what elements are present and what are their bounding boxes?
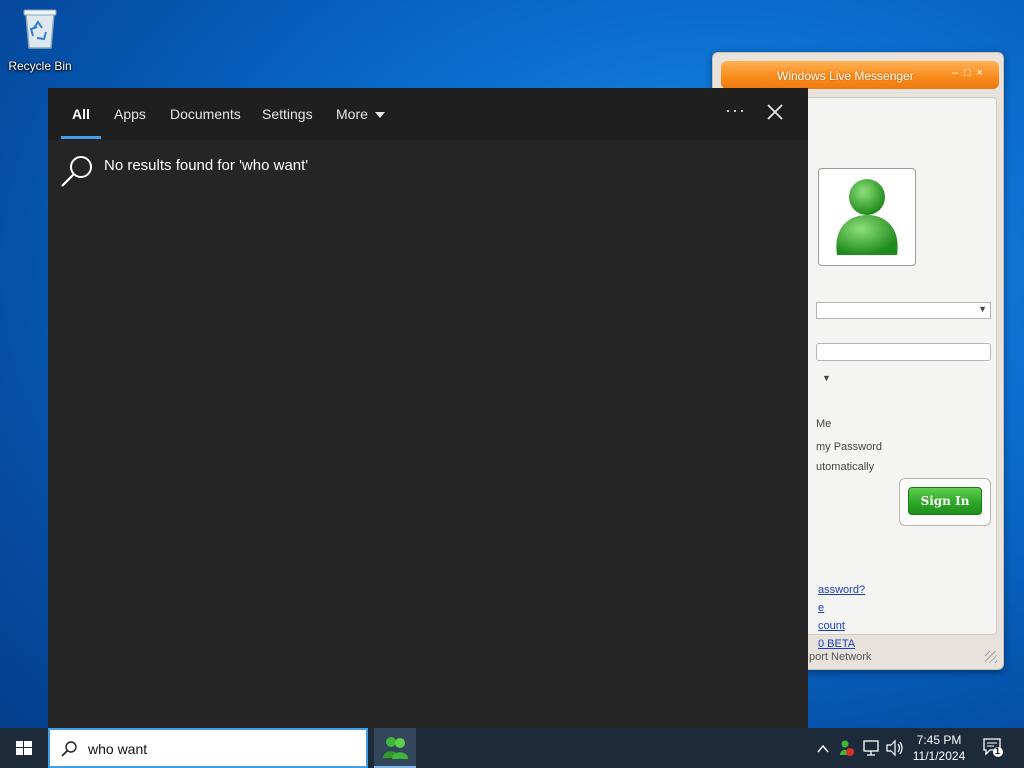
clock-date: 11/1/2024 [912, 749, 966, 763]
user-avatar-icon [836, 179, 898, 255]
more-options-button[interactable]: ··· [725, 100, 746, 121]
status-link[interactable]: e [818, 602, 824, 614]
taskbar-search-box[interactable]: who want [48, 728, 368, 768]
show-hidden-icons-chevron-icon[interactable] [814, 728, 832, 768]
sign-in-button[interactable]: Sign In [908, 487, 982, 515]
network-icon[interactable] [861, 728, 881, 768]
messenger-tray-icon[interactable] [837, 728, 857, 768]
messenger-footer: port Network [809, 651, 872, 663]
tab-all[interactable]: All [72, 106, 90, 122]
sign-in-automatically-option[interactable]: utomatically [816, 461, 874, 473]
sign-in-frame: Sign In [899, 478, 991, 526]
messenger-title-bar[interactable]: Windows Live Messenger –□× [721, 61, 999, 89]
remember-password-option[interactable]: my Password [816, 441, 882, 453]
recycle-bin-icon [23, 9, 57, 49]
messenger-password-field[interactable] [816, 343, 991, 361]
notification-count-badge: 1 [995, 746, 1001, 756]
tab-documents[interactable]: Documents [170, 106, 241, 122]
no-results-message: No results found for 'who want' [104, 157, 309, 174]
recycle-bin-desktop-icon[interactable]: Recycle Bin [6, 6, 74, 73]
messenger-buddies-icon [383, 737, 408, 759]
beta-link[interactable]: 0 BETA [818, 638, 855, 650]
forgot-password-link[interactable]: assword? [818, 584, 865, 596]
taskbar: who want 7:45 PM 11/1/2024 1 [0, 728, 1024, 768]
caret-down-icon [374, 112, 385, 119]
taskbar-messenger-button[interactable] [374, 728, 416, 768]
search-query-text[interactable]: who want [88, 741, 147, 757]
close-icon[interactable] [766, 103, 784, 121]
search-tabs-bar: All Apps Documents Settings More ··· [48, 88, 808, 140]
tab-settings[interactable]: Settings [262, 106, 313, 122]
remember-me-option[interactable]: Me [816, 418, 831, 430]
start-button-windows-icon[interactable] [0, 728, 48, 768]
recycle-bin-label: Recycle Bin [8, 59, 72, 73]
tab-more[interactable]: More [336, 106, 385, 122]
resize-grip[interactable] [985, 651, 997, 663]
active-tab-indicator [61, 136, 101, 139]
search-panel: All Apps Documents Settings More ··· No … [48, 88, 808, 728]
messenger-avatar[interactable] [818, 168, 916, 266]
messenger-account-dropdown[interactable]: ▼ [816, 302, 991, 319]
notification-icon [983, 738, 1003, 757]
status-dropdown-arrow-icon[interactable]: ▼ [822, 373, 831, 383]
clock-time: 7:45 PM [916, 733, 962, 747]
action-center-button[interactable]: 1 [982, 736, 1004, 758]
search-icon [61, 156, 92, 187]
tab-more-label: More [336, 106, 368, 122]
messenger-title: Windows Live Messenger [777, 69, 914, 83]
messenger-window-controls[interactable]: –□× [952, 67, 989, 79]
get-account-link[interactable]: count [818, 620, 845, 632]
dropdown-arrow-icon: ▼ [978, 304, 987, 314]
search-icon [61, 741, 77, 757]
tab-apps[interactable]: Apps [114, 106, 146, 122]
clock[interactable]: 7:45 PM 11/1/2024 [900, 732, 978, 764]
